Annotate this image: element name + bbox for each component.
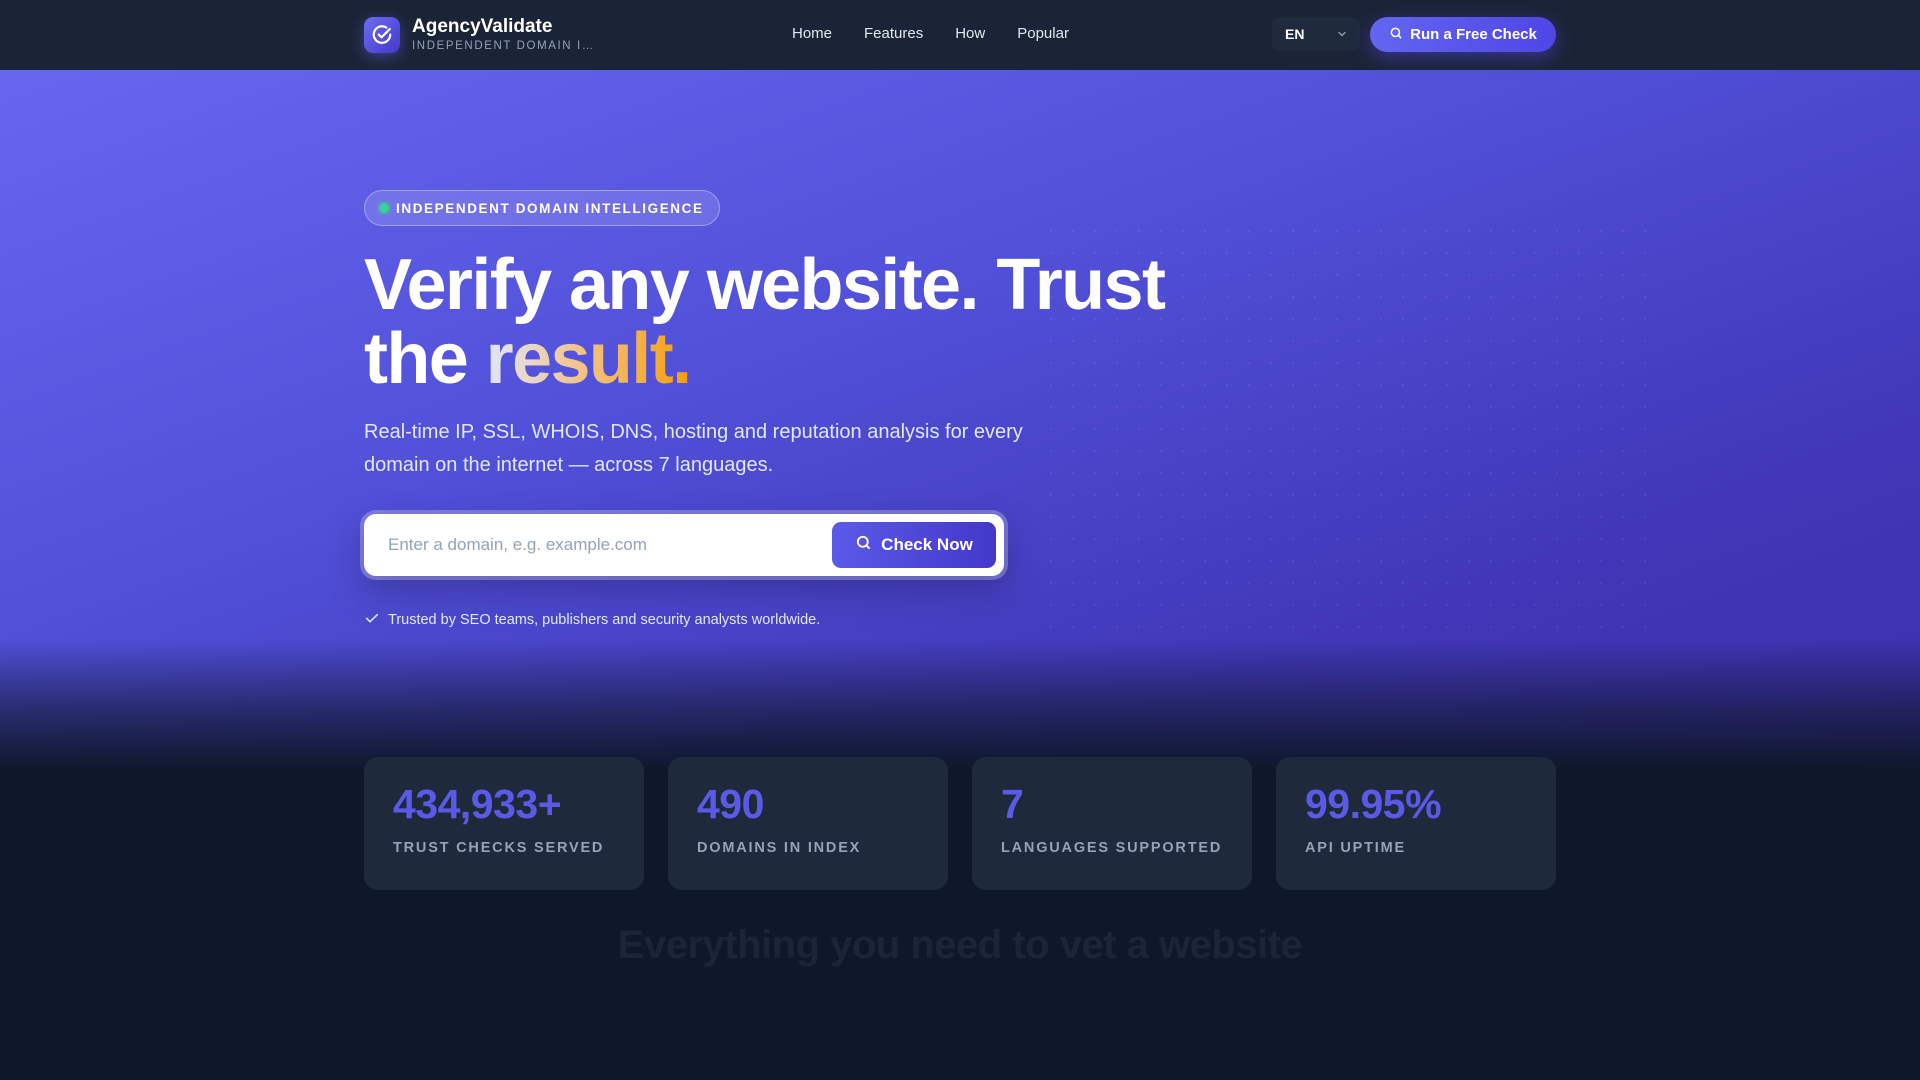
trust-note-text: Trusted by SEO teams, publishers and sec… — [388, 612, 821, 628]
run-free-check-label: Run a Free Check — [1410, 26, 1537, 43]
chevron-down-icon — [1336, 27, 1348, 43]
stat-label: LANGUAGES SUPPORTED — [1001, 840, 1223, 856]
hero-headline-main: Verify any website. Trust the — [364, 245, 1166, 399]
stat-label: API UPTIME — [1305, 840, 1406, 856]
brand-name: AgencyValidate — [412, 16, 553, 37]
main-nav: Home Features How Popular — [792, 25, 1069, 42]
stat-card: 490 DOMAINS IN INDEX — [668, 757, 948, 890]
status-dot-icon — [379, 203, 389, 213]
search-icon — [1389, 26, 1403, 44]
brand[interactable]: AgencyValidate INDEPENDENT DOMAIN I… — [364, 17, 595, 53]
check-now-label: Check Now — [881, 535, 973, 554]
stats-row: 434,933+ TRUST CHECKS SERVED 490 DOMAINS… — [364, 757, 1556, 890]
language-value: EN — [1285, 26, 1305, 42]
language-select[interactable]: EN — [1272, 17, 1360, 51]
stat-card: 99.95% API UPTIME — [1276, 757, 1556, 890]
stat-label: DOMAINS IN INDEX — [697, 840, 862, 856]
nav-link-popular[interactable]: Popular — [1017, 25, 1069, 42]
stat-label: TRUST CHECKS SERVED — [393, 840, 605, 856]
domain-search-input[interactable] — [388, 530, 808, 560]
hero-badge-label: INDEPENDENT DOMAIN INTELLIGENCE — [396, 200, 704, 216]
hero-section: INDEPENDENT DOMAIN INTELLIGENCE Verify a… — [0, 70, 1920, 770]
brand-tagline: INDEPENDENT DOMAIN I… — [412, 40, 595, 52]
hero-headline: Verify any website. Trust the result. — [364, 248, 1184, 396]
checkmark-icon — [364, 610, 380, 630]
check-badge-icon — [364, 17, 400, 53]
nav-link-how[interactable]: How — [955, 25, 985, 42]
nav-link-home[interactable]: Home — [792, 25, 832, 42]
stat-value: 99.95% — [1305, 781, 1442, 827]
search-icon — [855, 534, 872, 556]
check-now-button[interactable]: Check Now — [832, 522, 996, 568]
stat-card: 434,933+ TRUST CHECKS SERVED — [364, 757, 644, 890]
top-navbar: AgencyValidate INDEPENDENT DOMAIN I… Hom… — [0, 0, 1920, 70]
stat-value: 7 — [1001, 781, 1024, 827]
domain-search-form: Check Now — [364, 514, 1004, 576]
stat-value: 490 — [697, 781, 764, 827]
hero-headline-accent: result. — [485, 319, 692, 399]
trust-note: Trusted by SEO teams, publishers and sec… — [364, 610, 820, 630]
stat-card: 7 LANGUAGES SUPPORTED — [972, 757, 1252, 890]
stat-value: 434,933+ — [393, 781, 562, 827]
run-free-check-button[interactable]: Run a Free Check — [1370, 17, 1556, 52]
nav-link-features[interactable]: Features — [864, 25, 923, 42]
hero-badge: INDEPENDENT DOMAIN INTELLIGENCE — [364, 190, 720, 226]
hero-subtitle: Real-time IP, SSL, WHOIS, DNS, hosting a… — [364, 421, 1023, 476]
features-section-title: Everything you need to vet a website — [617, 923, 1303, 967]
